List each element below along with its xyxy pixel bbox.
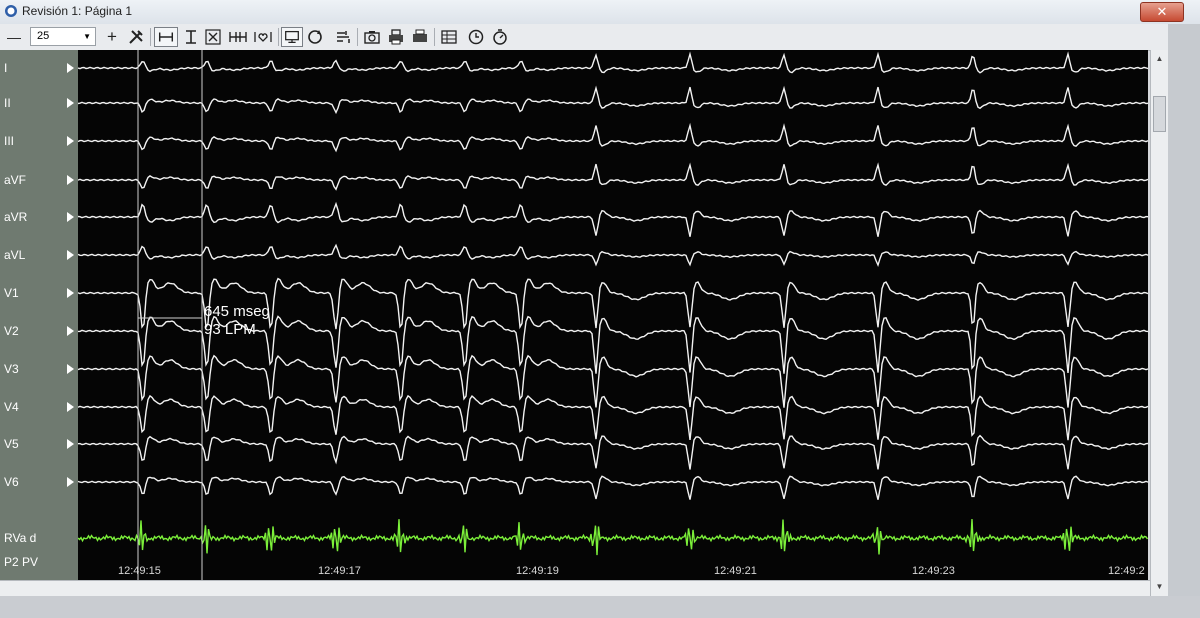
lead-label-v1: V1 — [4, 286, 19, 300]
horizontal-caliper-icon[interactable] — [154, 27, 178, 47]
print-alt-icon[interactable] — [410, 27, 430, 47]
lead-marker-icon[interactable] — [67, 250, 74, 260]
ecg-lead-trace-v6 — [78, 475, 1148, 500]
timestamp-label: 12:49:19 — [516, 565, 559, 577]
interval-measurement: 645 mseg — [204, 303, 270, 320]
lead-marker-icon[interactable] — [67, 98, 74, 108]
print-icon[interactable] — [386, 27, 406, 47]
toolbar: — 25 ▼ + — [0, 24, 1200, 51]
lead-label-v3: V3 — [4, 362, 19, 376]
settings-icon[interactable] — [333, 27, 353, 47]
timer-icon[interactable] — [490, 27, 510, 47]
vertical-scrollbar[interactable]: ▲ ▼ — [1150, 50, 1169, 596]
scroll-up-icon[interactable]: ▲ — [1153, 52, 1166, 65]
lead-label-iii: III — [4, 134, 15, 148]
window-title: Revisión 1: Página 1 — [22, 4, 133, 18]
lead-label-avf: aVF — [4, 173, 27, 187]
lead-marker-icon[interactable] — [67, 326, 74, 336]
ecg-lead-trace-v5 — [78, 434, 1148, 470]
monitor-icon[interactable] — [281, 27, 303, 47]
refresh-icon[interactable] — [305, 27, 325, 47]
scroll-down-icon[interactable]: ▼ — [1153, 580, 1166, 593]
ecg-lead-trace-avr — [78, 201, 1148, 237]
lead-label-v2: V2 — [4, 324, 19, 338]
clock-icon[interactable] — [466, 27, 486, 47]
lead-label-rva-d: RVa d — [4, 531, 37, 545]
ecg-lead-trace-iii — [78, 122, 1148, 153]
title-bar: Revisión 1: Página 1 ✕ — [0, 0, 1200, 25]
grid-layout-icon[interactable] — [439, 27, 459, 47]
lead-label-avl: aVL — [4, 248, 26, 262]
rva-d-trace — [78, 519, 1148, 556]
close-button[interactable]: ✕ — [1140, 2, 1184, 22]
timestamp-label: 12:49:2 — [1108, 565, 1145, 577]
zoom-select[interactable]: 25 ▼ — [30, 27, 96, 46]
ecg-lead-trace-v4 — [78, 394, 1148, 441]
lead-label-avr: aVR — [4, 210, 28, 224]
heart-rate-icon[interactable] — [252, 27, 274, 47]
ecg-lead-trace-avl — [78, 243, 1148, 267]
collapse-button[interactable]: — — [6, 27, 22, 47]
timestamp-label: 12:49:15 — [118, 565, 161, 577]
lead-marker-icon[interactable] — [67, 364, 74, 374]
lead-marker-icon[interactable] — [67, 288, 74, 298]
app-logo-icon — [5, 5, 17, 17]
ecg-lead-trace-i — [78, 51, 1148, 74]
lead-marker-icon[interactable] — [67, 402, 74, 412]
rate-measurement: 93 LPM — [204, 321, 256, 338]
horizontal-scrollbar[interactable] — [0, 580, 1150, 597]
lead-label-panel: IIIIIIaVFaVRaVLV1V2V3V4V5V6RVa dP2 PV C — [0, 50, 78, 596]
lead-label-v5: V5 — [4, 437, 19, 451]
lead-marker-icon[interactable] — [67, 477, 74, 487]
scroll-thumb[interactable] — [1153, 96, 1166, 132]
time-axis: 12:49:15 12:49:17 12:49:19 12:49:21 12:49:23… — [118, 565, 1145, 577]
vertical-caliper-icon[interactable] — [180, 27, 202, 47]
lead-marker-icon[interactable] — [67, 439, 74, 449]
march-calipers-icon[interactable] — [226, 27, 250, 47]
lead-label-v4: V4 — [4, 400, 19, 414]
plus-icon[interactable]: + — [104, 27, 120, 47]
lead-label-ii: II — [4, 96, 11, 110]
tools-icon[interactable] — [126, 27, 146, 47]
lead-marker-icon[interactable] — [67, 63, 74, 73]
marker-x-icon[interactable] — [203, 27, 223, 47]
lead-marker-icon[interactable] — [67, 136, 74, 146]
ecg-lead-trace-v3 — [78, 354, 1148, 408]
chevron-down-icon: ▼ — [83, 32, 91, 41]
ecg-trace-area: 645 mseg 93 LPM 12:49:15 12:49:17 12:49:19… — [78, 50, 1148, 580]
timestamp-label: 12:49:17 — [318, 565, 361, 577]
timestamp-label: 12:49:23 — [912, 565, 955, 577]
lead-label-v6: V6 — [4, 475, 19, 489]
camera-icon[interactable] — [362, 27, 382, 47]
zoom-value: 25 — [37, 30, 50, 42]
ecg-lead-trace-ii — [78, 85, 1148, 115]
lead-marker-icon[interactable] — [67, 212, 74, 222]
lead-label-p2-pv: P2 PV — [4, 555, 39, 569]
ecg-lead-trace-avf — [78, 162, 1148, 191]
lead-marker-icon[interactable] — [67, 175, 74, 185]
lead-label-i: I — [4, 61, 8, 75]
timestamp-label: 12:49:21 — [714, 565, 757, 577]
